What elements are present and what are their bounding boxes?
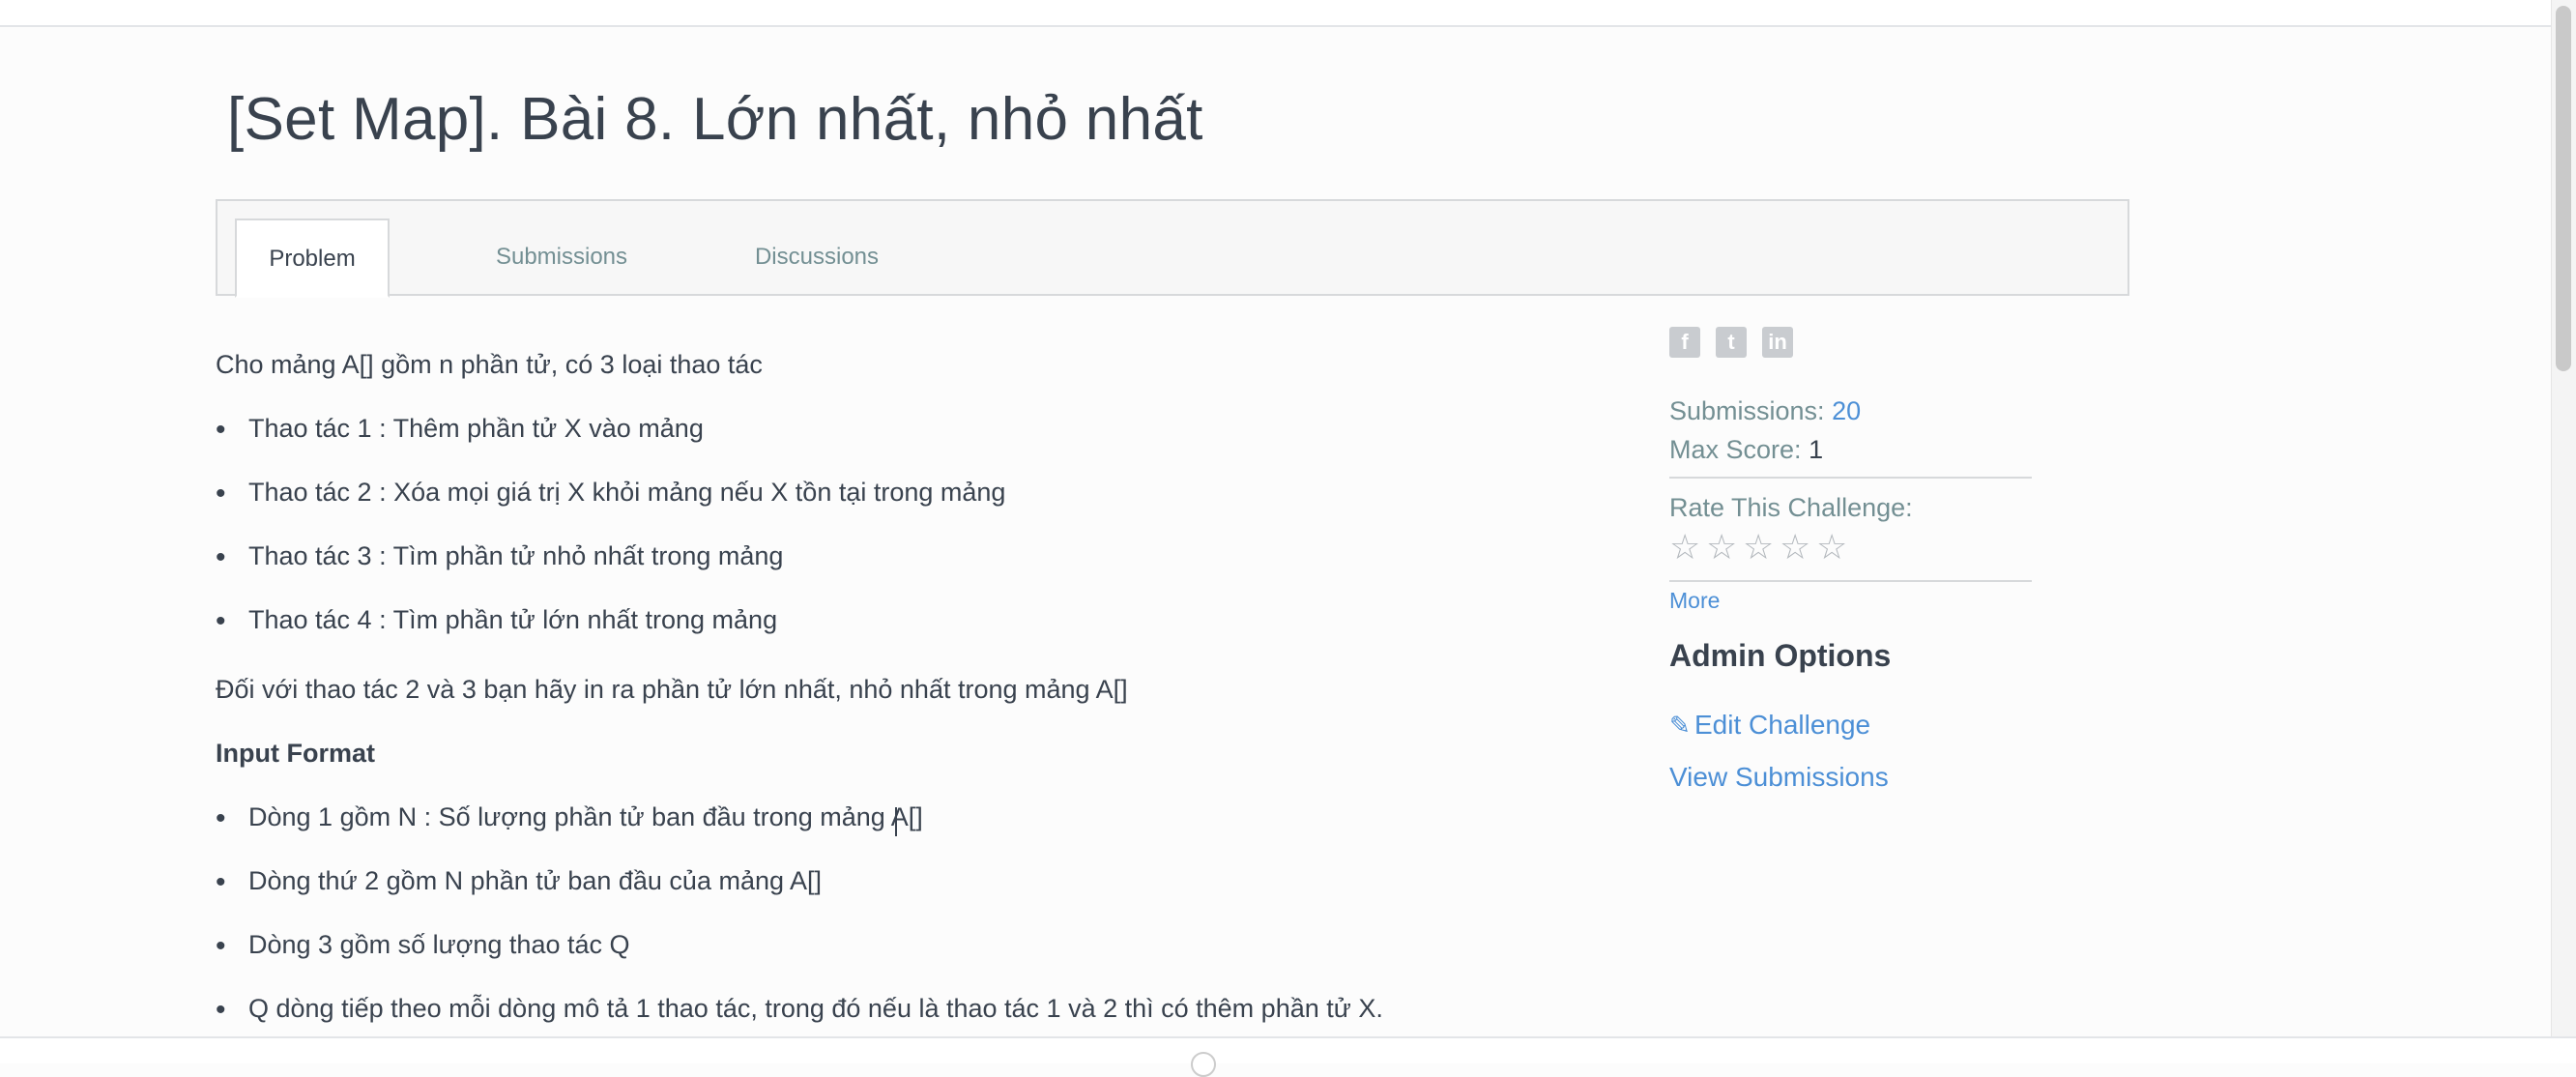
page-title: [Set Map]. Bài 8. Lớn nhất, nhỏ nhất [227,86,1203,153]
input-item-text: Dòng 1 gồm N : Số lượng phần tử ban đầu … [248,802,923,831]
admin-options-title: Admin Options [1669,638,1892,673]
star-icon[interactable]: ☆ [1706,528,1743,567]
input-item-text: Dòng thứ 2 gồm N phần tử ban đầu của mản… [248,866,823,895]
top-navbar [0,0,2552,27]
problem-intro: Cho mảng A[] gồm n phần tử, có 3 loại th… [216,350,763,379]
star-icon[interactable]: ☆ [1816,528,1853,567]
list-item: Thao tác 3 : Tìm phần tử nhỏ nhất trong … [216,541,784,574]
problem-task: Đối với thao tác 2 và 3 bạn hãy in ra ph… [216,675,1128,704]
vertical-scrollbar[interactable] [2551,0,2576,1036]
operation-text: Thao tác 4 : Tìm phần tử lớn nhất trong … [248,605,778,634]
edit-challenge-label: Edit Challenge [1694,710,1871,740]
input-format-heading: Input Format [216,739,375,768]
operation-text: Thao tác 2 : Xóa mọi giá trị X khỏi mảng… [248,478,1006,507]
pencil-icon: ✎ [1669,711,1691,740]
scrollbar-thumb[interactable] [2556,6,2571,371]
list-item: Thao tác 1 : Thêm phần tử X vào mảng [216,414,704,447]
max-score-label: Max Score: [1669,435,1802,464]
operation-text: Thao tác 1 : Thêm phần tử X vào mảng [248,414,704,443]
star-icon[interactable]: ☆ [1669,528,1706,567]
more-link[interactable]: More [1669,588,1720,614]
input-item-text: Dòng 3 gồm số lượng thao tác Q [248,930,630,959]
view-submissions-link[interactable]: View Submissions [1669,762,1889,793]
rating-stars: ☆ ☆ ☆ ☆ ☆ [1669,528,1853,567]
list-item: Dòng 1 gồm N : Số lượng phần tử ban đầu … [216,802,923,835]
star-icon[interactable]: ☆ [1743,528,1780,567]
max-score-stat: Max Score: 1 [1669,435,1823,465]
tab-submissions[interactable]: Submissions [465,218,658,296]
submissions-label: Submissions: [1669,396,1825,425]
rate-label: Rate This Challenge: [1669,493,1913,522]
list-item: Thao tác 2 : Xóa mọi giá trị X khỏi mảng… [216,478,1006,510]
list-item: Dòng 3 gồm số lượng thao tác Q [216,930,630,963]
tab-bar: Problem Submissions Discussions [216,199,2129,298]
facebook-icon[interactable]: f [1669,327,1700,358]
divider [1669,477,2032,479]
bottom-bar [0,1036,2576,1077]
linkedin-icon[interactable]: in [1762,327,1793,358]
list-item: Q dòng tiếp theo mỗi dòng mô tả 1 thao t… [216,994,1383,1027]
list-item: Dòng thứ 2 gồm N phần tử ban đầu của mản… [216,866,823,899]
input-item-text: Q dòng tiếp theo mỗi dòng mô tả 1 thao t… [248,994,1383,1023]
twitter-icon[interactable]: t [1716,327,1747,358]
edit-challenge-link[interactable]: ✎ Edit Challenge [1669,710,1870,741]
operation-text: Thao tác 3 : Tìm phần tử nhỏ nhất trong … [248,541,784,570]
text-cursor-icon [895,807,897,836]
circle-icon[interactable] [1191,1052,1216,1077]
list-item: Thao tác 4 : Tìm phần tử lớn nhất trong … [216,605,778,638]
tab-discussions[interactable]: Discussions [720,218,913,296]
submissions-count-link[interactable]: 20 [1832,396,1861,425]
divider [1669,580,2032,582]
max-score-value: 1 [1809,435,1824,464]
star-icon[interactable]: ☆ [1780,528,1816,567]
submissions-stat: Submissions: 20 [1669,396,1861,426]
tab-problem[interactable]: Problem [235,218,390,298]
